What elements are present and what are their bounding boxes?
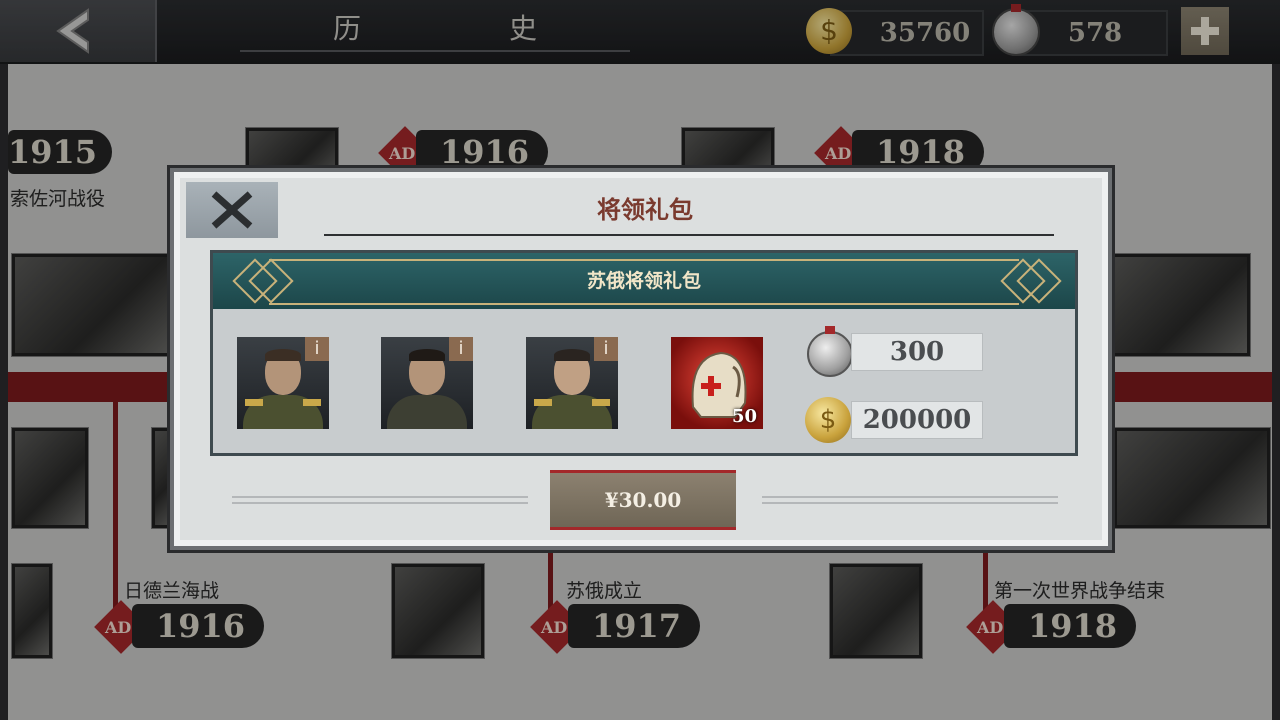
buy-button[interactable]: ¥30.00 (550, 470, 736, 530)
pack-panel: 苏俄将领礼包 i i i 50 300 $ 200000 (210, 250, 1078, 456)
pack-header: 苏俄将领礼包 (213, 253, 1075, 309)
hair (554, 349, 590, 361)
info-button[interactable]: i (305, 337, 329, 361)
dialog-title: 将领礼包 (597, 195, 693, 224)
general-portrait[interactable]: i (526, 337, 618, 429)
medical-kit-item[interactable]: 50 (671, 337, 763, 429)
gold-reward: 200000 (851, 401, 983, 439)
title-divider (324, 234, 1054, 236)
info-button[interactable]: i (449, 337, 473, 361)
pack-title: 苏俄将领礼包 (586, 270, 701, 292)
uniform (387, 395, 467, 429)
info-button[interactable]: i (594, 337, 618, 361)
general-portrait[interactable]: i (381, 337, 473, 429)
medal-icon (807, 326, 853, 377)
hair (265, 349, 301, 361)
item-quantity: 50 (731, 406, 757, 427)
divider-left (232, 496, 528, 504)
epaulet (592, 399, 610, 406)
epaulet (303, 399, 321, 406)
silver-reward: 300 (851, 333, 983, 371)
hair (409, 349, 445, 361)
divider-right (762, 496, 1058, 504)
general-portrait[interactable]: i (237, 337, 329, 429)
epaulet (534, 399, 552, 406)
epaulet (245, 399, 263, 406)
general-pack-dialog: 将领礼包 苏俄将领礼包 i i i 50 300 $ 200000 ¥30.00 (170, 168, 1112, 550)
gold-coin-icon: $ (805, 397, 851, 443)
